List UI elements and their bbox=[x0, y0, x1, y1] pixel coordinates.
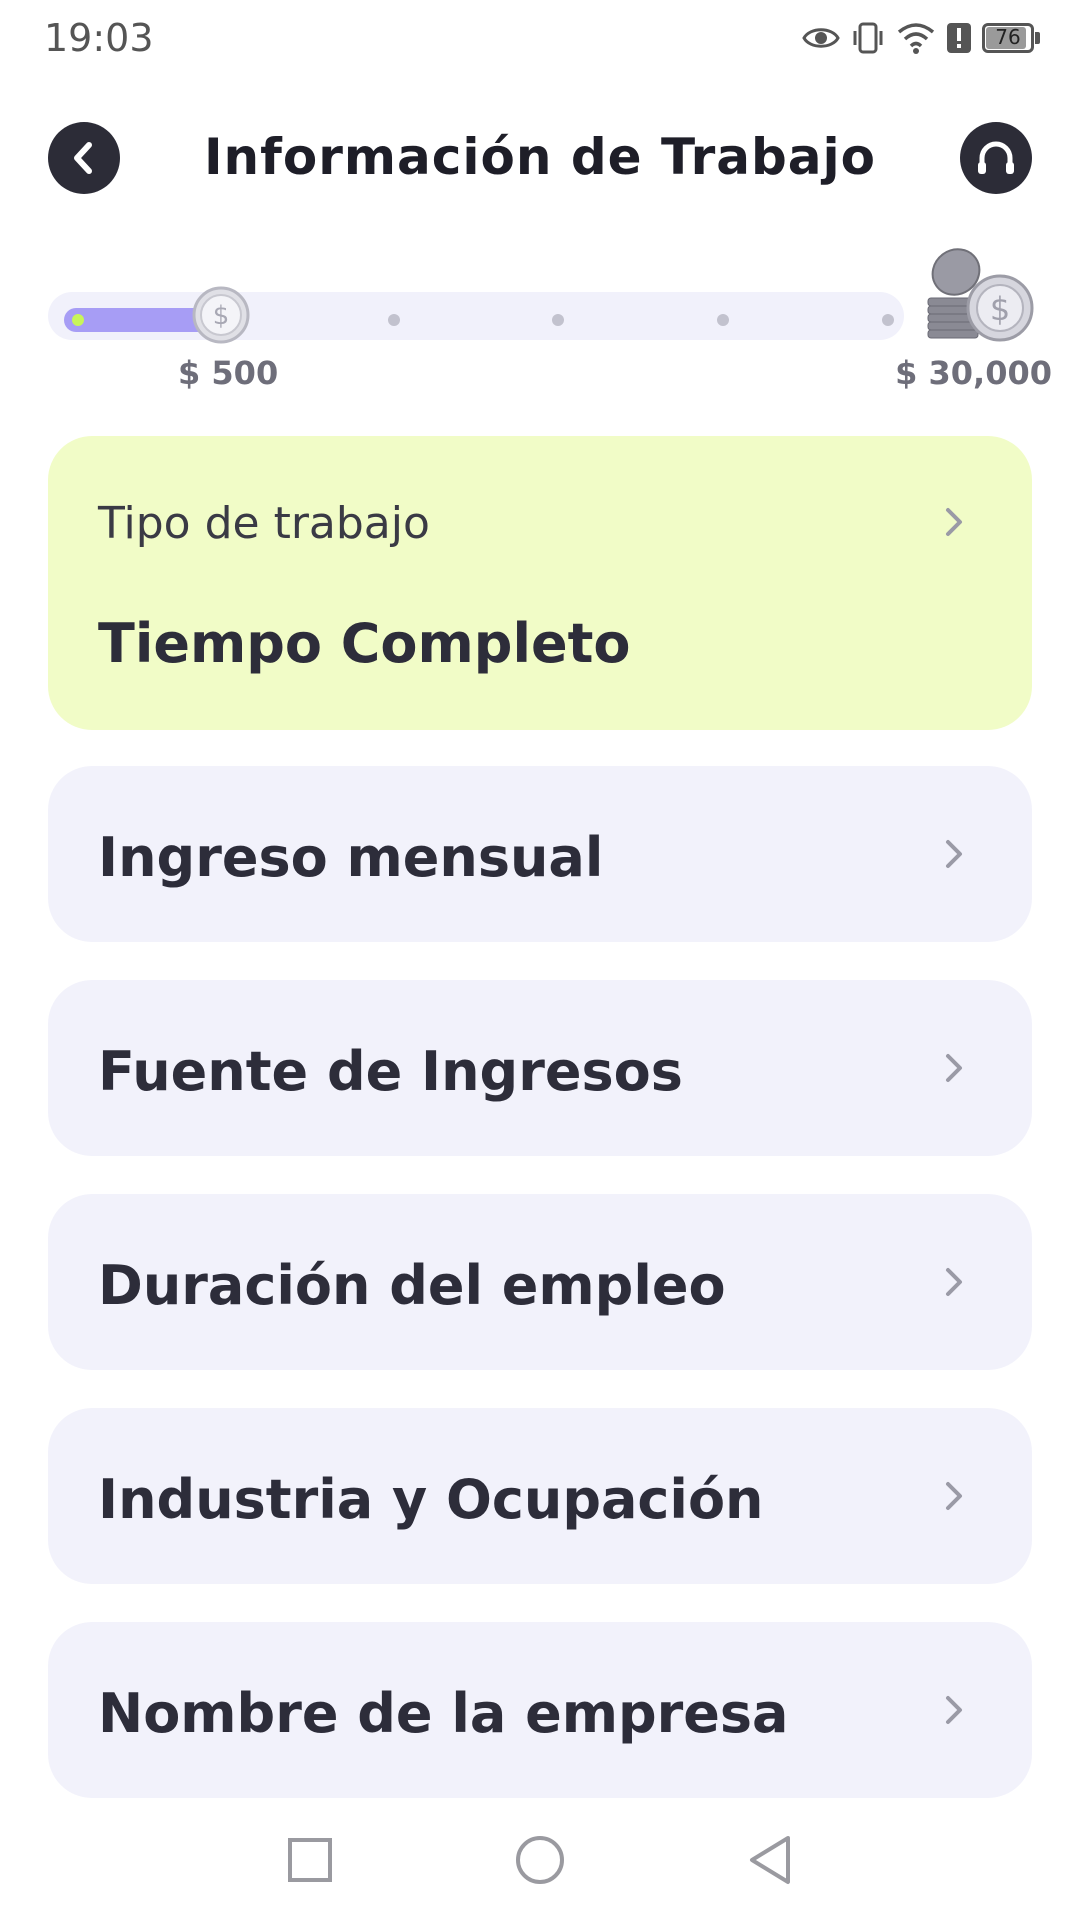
recent-apps-button[interactable] bbox=[270, 1820, 350, 1900]
income-source-item[interactable]: Fuente de Ingresos bbox=[48, 980, 1032, 1156]
job-type-label: Tipo de trabajo bbox=[98, 498, 430, 549]
eye-icon bbox=[802, 28, 840, 48]
industry-occupation-item[interactable]: Industria y Ocupación bbox=[48, 1408, 1032, 1584]
battery-icon: 76 bbox=[982, 23, 1040, 53]
progress-step-dot bbox=[387, 314, 400, 326]
chevron-right-icon bbox=[946, 1482, 962, 1510]
chevron-right-icon bbox=[946, 1268, 962, 1296]
progress-start-dot bbox=[72, 314, 84, 326]
system-nav-bar bbox=[0, 1800, 1080, 1920]
item-label: Duración del empleo bbox=[98, 1254, 726, 1317]
progress-track bbox=[48, 292, 904, 340]
min-amount-label: $ 500 bbox=[178, 354, 279, 392]
progress-step-dot bbox=[882, 314, 894, 326]
home-icon bbox=[516, 1836, 564, 1884]
status-icons: 76 bbox=[802, 16, 1040, 60]
svg-text:$: $ bbox=[990, 290, 1010, 328]
coin-thumb-icon[interactable]: $ bbox=[192, 286, 250, 344]
monthly-income-item[interactable]: Ingreso mensual bbox=[48, 766, 1032, 942]
chevron-right-icon bbox=[946, 1696, 962, 1724]
coins-icon: $ bbox=[927, 248, 1034, 342]
status-time: 19:03 bbox=[44, 16, 154, 60]
item-label: Nombre de la empresa bbox=[98, 1682, 789, 1745]
chevron-right-icon bbox=[946, 840, 962, 868]
vibrate-icon bbox=[853, 22, 883, 54]
home-button[interactable] bbox=[500, 1820, 580, 1900]
alert-icon bbox=[947, 23, 971, 53]
status-bar: 19:03 76 bbox=[0, 0, 1080, 80]
reward-progress: $ $ 500 $ 30,000 $ bbox=[0, 236, 1080, 396]
job-type-value: Tiempo Completo bbox=[98, 612, 631, 675]
item-label: Ingreso mensual bbox=[98, 826, 604, 889]
back-button[interactable] bbox=[48, 122, 120, 194]
back-icon bbox=[750, 1836, 790, 1884]
recent-apps-icon bbox=[288, 1838, 332, 1882]
item-label: Industria y Ocupación bbox=[98, 1468, 764, 1531]
item-label: Fuente de Ingresos bbox=[98, 1040, 683, 1103]
headset-icon bbox=[978, 141, 1014, 174]
screen: 19:03 76 Información de Trabajo $ $ 500 … bbox=[0, 0, 1080, 1920]
progress-step-dot bbox=[717, 314, 730, 326]
svg-text:$: $ bbox=[213, 301, 230, 331]
battery-level: 76 bbox=[995, 25, 1021, 49]
max-amount-label: $ 30,000 bbox=[895, 354, 1052, 392]
page-title: Información de Trabajo bbox=[203, 128, 877, 186]
header: Información de Trabajo bbox=[0, 112, 1080, 202]
employment-duration-item[interactable]: Duración del empleo bbox=[48, 1194, 1032, 1370]
company-name-item[interactable]: Nombre de la empresa bbox=[48, 1622, 1032, 1798]
progress-step-dot bbox=[552, 314, 565, 326]
job-type-card[interactable]: Tipo de trabajo Tiempo Completo bbox=[48, 436, 1032, 730]
chevron-right-icon bbox=[946, 1054, 962, 1082]
chevron-right-icon bbox=[946, 508, 962, 536]
support-button[interactable] bbox=[960, 122, 1032, 194]
wifi-icon bbox=[897, 23, 935, 54]
back-nav-button[interactable] bbox=[730, 1820, 810, 1900]
chevron-left-icon bbox=[74, 142, 92, 174]
